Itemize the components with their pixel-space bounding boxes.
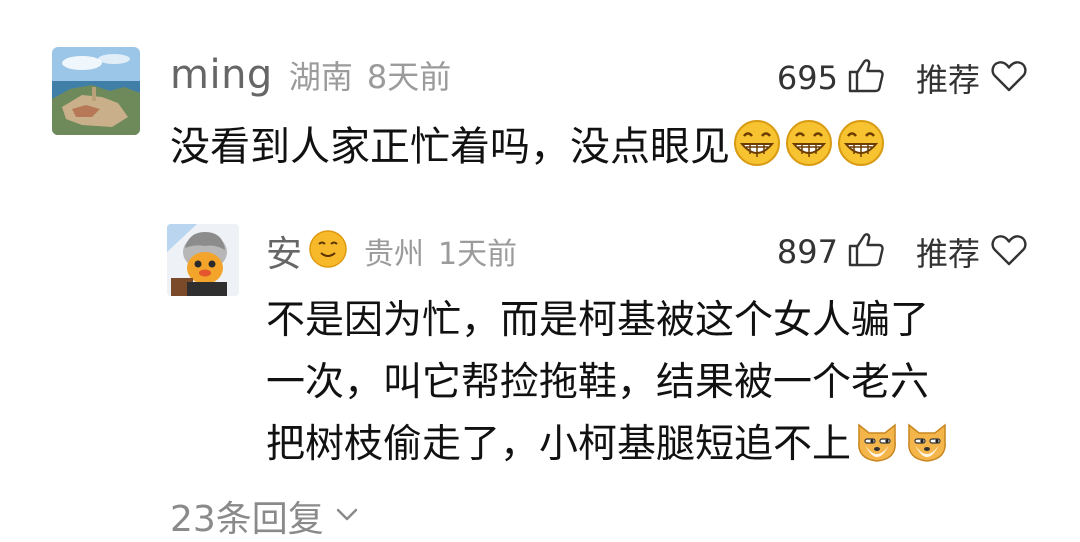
replies-count-label[interactable]: 23条回复: [170, 490, 324, 542]
grin-emoji-icon: [732, 118, 782, 183]
reply-line: 把树枝偷走了，小柯基腿短追不上: [266, 422, 852, 467]
comment-meta: ming 湖南 8天前: [170, 52, 451, 102]
grin-emoji-icon: [784, 118, 834, 183]
doge-emoji-icon: [853, 419, 901, 484]
reply-like-count: 897: [776, 233, 838, 271]
reply-location: 贵州: [364, 237, 425, 272]
commenter-name[interactable]: ming: [170, 52, 273, 98]
comment-body: 没看到人家正忙着吗，没点眼见: [170, 124, 730, 170]
reply-line: 一次，叫它帮捡拖鞋，结果被一个老六: [266, 360, 930, 405]
grin-emoji-icon: [836, 118, 886, 183]
comment-text: 没看到人家正忙着吗，没点眼见: [170, 118, 886, 183]
smile-emoji-icon: [308, 229, 348, 273]
thumbs-up-icon[interactable]: [846, 56, 886, 100]
chevron-down-icon[interactable]: [334, 504, 360, 528]
reply-time: 1天前: [438, 237, 518, 272]
reply-line: 不是因为忙，而是柯基被这个女人骗了: [266, 298, 930, 343]
reply-actions: 897 推荐: [777, 229, 1028, 275]
heart-icon[interactable]: [990, 58, 1028, 98]
commenter-avatar[interactable]: [52, 47, 140, 135]
replier-avatar[interactable]: [167, 224, 239, 296]
comment-actions: 695 推荐: [777, 55, 1028, 101]
reply-text: 不是因为忙，而是柯基被这个女人骗了 一次，叫它帮捡拖鞋，结果被一个老六 把树枝偷…: [266, 290, 1036, 484]
comment-like-count: 695: [776, 59, 838, 97]
comment-location: 湖南: [288, 58, 353, 96]
recommend-label[interactable]: 推荐: [916, 55, 980, 101]
recommend-label[interactable]: 推荐: [916, 229, 980, 275]
doge-emoji-icon: [903, 419, 951, 484]
thumbs-up-icon[interactable]: [846, 230, 886, 274]
heart-icon[interactable]: [990, 232, 1028, 272]
comment-time: 8天前: [366, 58, 452, 96]
replier-name[interactable]: 安: [266, 225, 302, 277]
view-replies-link[interactable]: 23条回复: [170, 490, 360, 542]
reply-meta: 安 贵州 1天前: [266, 226, 517, 276]
reply-line-last: 把树枝偷走了，小柯基腿短追不上: [266, 414, 1036, 484]
